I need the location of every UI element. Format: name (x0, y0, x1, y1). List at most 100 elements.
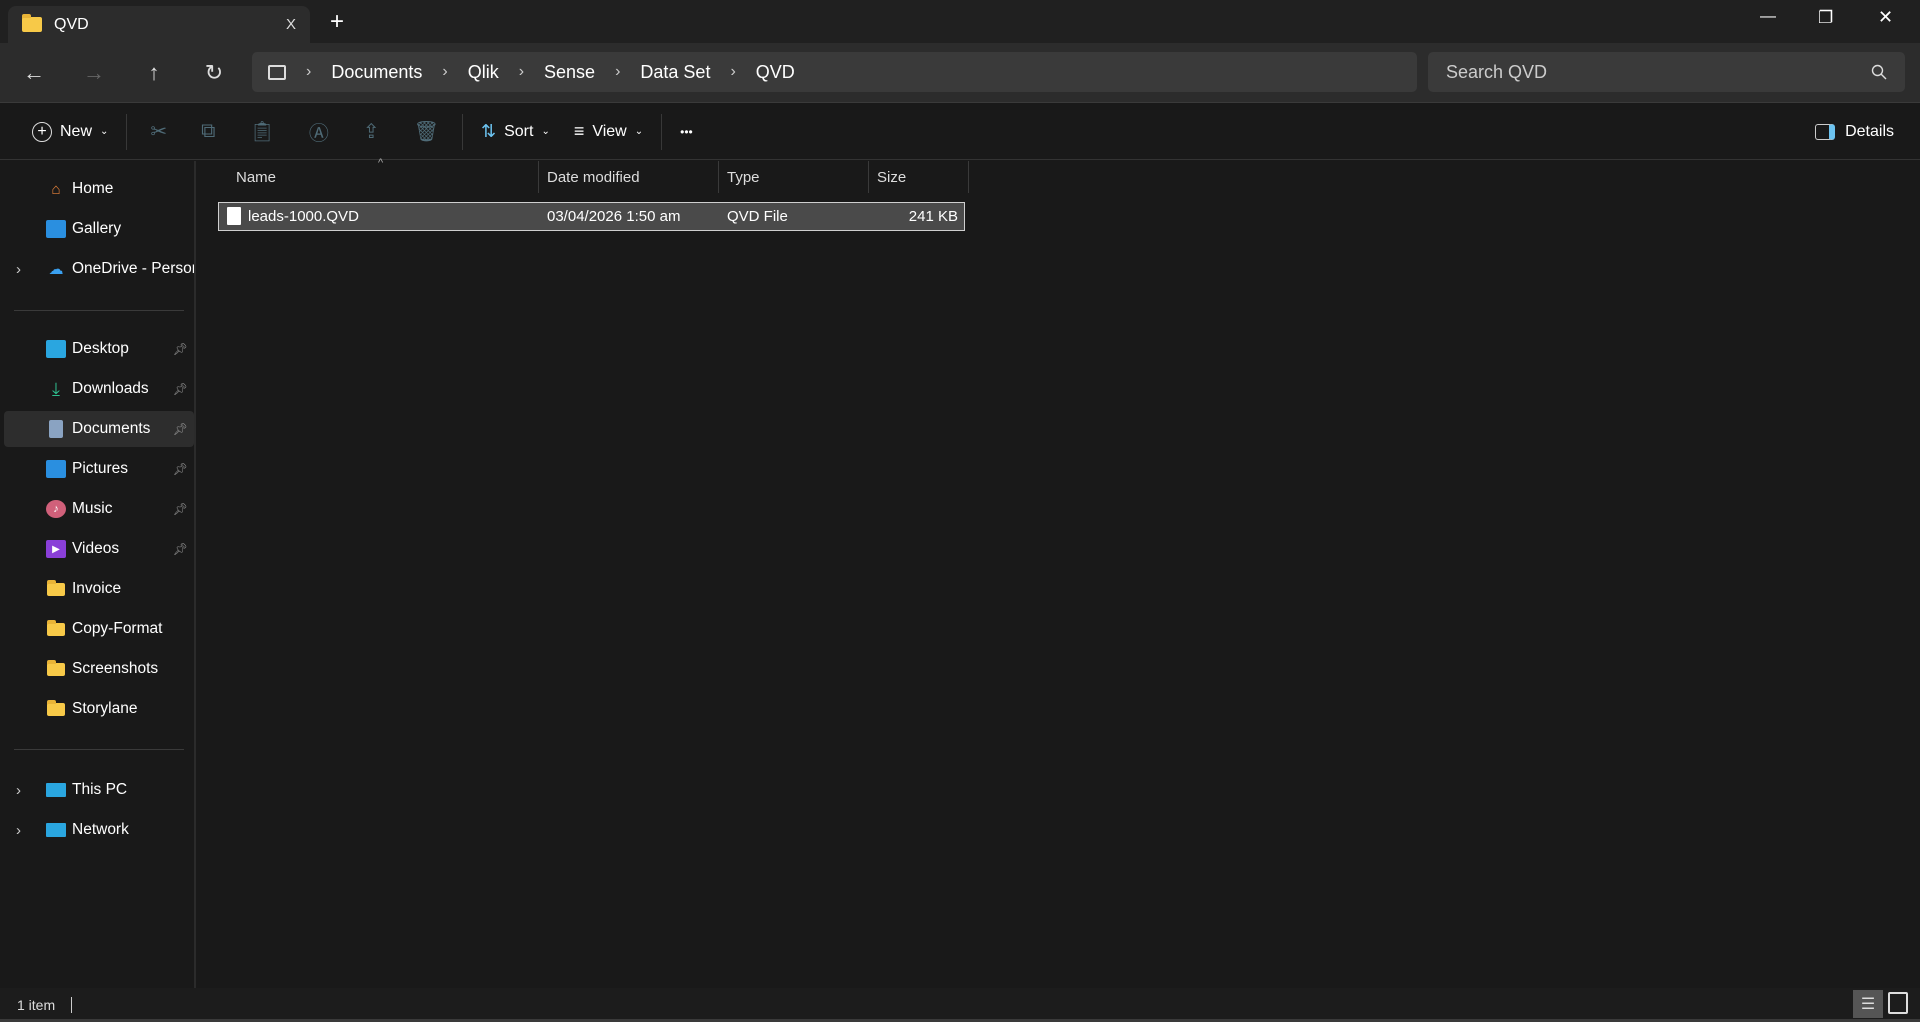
documents-icon (46, 420, 66, 438)
chevron-right-icon[interactable]: › (16, 782, 21, 799)
search-placeholder: Search QVD (1446, 61, 1548, 82)
sidebar-item-invoice[interactable]: Invoice (4, 571, 194, 607)
home-icon: ⌂ (51, 180, 61, 198)
sort-icon: ⇅ (481, 121, 497, 141)
sidebar-item-home[interactable]: ⌂ Home (4, 171, 194, 207)
folder-icon (46, 579, 66, 598)
folder-icon (22, 14, 42, 32)
sidebar-item-downloads[interactable]: ⤓ Downloads 📌︎ (4, 371, 194, 407)
gallery-icon (46, 220, 66, 238)
this-pc-icon (46, 783, 66, 797)
large-icons-view-icon[interactable] (1888, 992, 1908, 1014)
sidebar-item-storylane[interactable]: Storylane (4, 691, 194, 727)
delete-icon[interactable]: 🗑︎ (397, 112, 456, 152)
computer-icon (268, 64, 286, 80)
new-button[interactable]: + New ⌄ (20, 112, 120, 152)
file-row[interactable]: leads-1000.QVD 03/04/2026 1:50 am QVD Fi… (218, 202, 965, 231)
view-icon: ≡ (573, 121, 585, 141)
breadcrumb-sense[interactable]: Sense (544, 62, 595, 83)
pictures-icon (46, 460, 66, 478)
item-count: 1 item (17, 997, 56, 1013)
cut-icon[interactable]: ✂ (133, 112, 184, 152)
folder-icon (46, 659, 66, 678)
forward-button[interactable]: → (78, 57, 110, 89)
close-button[interactable]: ✕ (1878, 7, 1893, 28)
column-header-date[interactable]: Date modified (539, 161, 719, 193)
back-button[interactable]: ← (18, 57, 50, 89)
details-button[interactable]: Details (1815, 123, 1894, 141)
sidebar-label: Pictures (72, 460, 128, 477)
search-input[interactable]: Search QVD (1428, 52, 1905, 92)
divider (71, 997, 72, 1013)
status-bar: 1 item ☰ (0, 988, 1920, 1022)
refresh-button[interactable]: ↻ (198, 57, 230, 89)
breadcrumb-qlik[interactable]: Qlik (468, 62, 499, 83)
file-name: leads-1000.QVD (248, 208, 359, 225)
sidebar-item-copy-format[interactable]: Copy-Format (4, 611, 194, 647)
chevron-right-icon[interactable]: › (16, 261, 21, 278)
address-bar[interactable]: › Documents › Qlik › Sense › Data Set › QVD (252, 52, 1417, 92)
details-pane-icon (1815, 123, 1836, 140)
sidebar-item-music[interactable]: ♪ Music 📌︎ (4, 491, 194, 527)
title-bar: QVD X + — ❐ ✕ (0, 0, 1920, 43)
sidebar-label: Home (72, 180, 114, 197)
download-icon: ⤓ (52, 378, 60, 399)
chevron-right-icon[interactable]: › (16, 822, 21, 839)
new-tab-button[interactable]: + (330, 8, 344, 36)
file-icon (227, 207, 241, 225)
sidebar-label: Invoice (72, 580, 122, 597)
sidebar-label: Copy-Format (72, 620, 163, 637)
maximize-button[interactable]: ❐ (1818, 8, 1833, 28)
tab-qvd[interactable]: QVD X (8, 6, 310, 43)
sidebar-item-documents[interactable]: Documents 📌︎ (4, 411, 194, 447)
view-button[interactable]: ≡ View ⌄ (562, 112, 655, 152)
copy-icon[interactable]: ⧉ (184, 112, 232, 152)
sidebar-label: OneDrive - Personal (72, 260, 194, 277)
breadcrumb-documents[interactable]: Documents (331, 62, 422, 83)
file-type: QVD File (727, 208, 788, 225)
sidebar-label: Gallery (72, 220, 122, 237)
file-date: 03/04/2026 1:50 am (547, 208, 681, 225)
pin-icon: 📌︎ (172, 462, 188, 476)
sidebar-item-onedrive[interactable]: › ☁ OneDrive - Personal (4, 251, 194, 287)
up-button[interactable]: ↑ (138, 57, 170, 89)
network-icon (46, 823, 66, 837)
more-options-button[interactable]: ••• (668, 112, 705, 152)
sidebar-label: Documents (72, 420, 151, 437)
sidebar-item-network[interactable]: › Network (4, 812, 194, 848)
pin-icon: 📌︎ (172, 342, 188, 356)
cloud-icon: ☁ (48, 261, 64, 278)
breadcrumb-data-set[interactable]: Data Set (640, 62, 710, 83)
rename-icon[interactable]: Ⓐ (292, 112, 346, 152)
videos-icon: ▶ (46, 540, 66, 558)
new-label: New (60, 122, 93, 140)
sidebar-label: Desktop (72, 340, 129, 357)
sidebar-item-this-pc[interactable]: › This PC (4, 772, 194, 808)
sidebar-item-screenshots[interactable]: Screenshots (4, 651, 194, 687)
sidebar-item-gallery[interactable]: Gallery (4, 211, 194, 247)
sidebar-item-desktop[interactable]: Desktop 📌︎ (4, 331, 194, 367)
column-header-name[interactable]: Name (218, 161, 539, 193)
sidebar-label: This PC (72, 781, 128, 798)
sidebar-label: Network (72, 821, 129, 838)
sidebar-item-videos[interactable]: ▶ Videos 📌︎ (4, 531, 194, 567)
navigation-pane: ⌂ Home Gallery › ☁ OneDrive - Personal Desk… (0, 161, 196, 988)
search-icon (1871, 64, 1887, 80)
column-header-type[interactable]: Type (719, 161, 869, 193)
sidebar-label: Music (72, 500, 113, 517)
close-tab-button[interactable]: X (286, 16, 296, 33)
column-header-size[interactable]: Size (869, 161, 969, 193)
breadcrumb-qvd[interactable]: QVD (756, 62, 795, 83)
minimize-button[interactable]: — (1760, 8, 1776, 26)
folder-icon (46, 619, 66, 638)
sort-button[interactable]: ⇅ Sort ⌄ (469, 112, 562, 152)
pin-icon: 📌︎ (172, 382, 188, 396)
sidebar-item-pictures[interactable]: Pictures 📌︎ (4, 451, 194, 487)
details-view-icon[interactable]: ☰ (1853, 990, 1883, 1018)
file-size: 241 KB (908, 208, 958, 225)
share-icon[interactable]: ⇪ (346, 112, 397, 152)
sidebar-label: Screenshots (72, 660, 159, 677)
paste-icon[interactable]: 📋︎ (232, 112, 291, 152)
plus-circle-icon: + (32, 121, 52, 142)
pin-icon: 📌︎ (172, 422, 188, 436)
